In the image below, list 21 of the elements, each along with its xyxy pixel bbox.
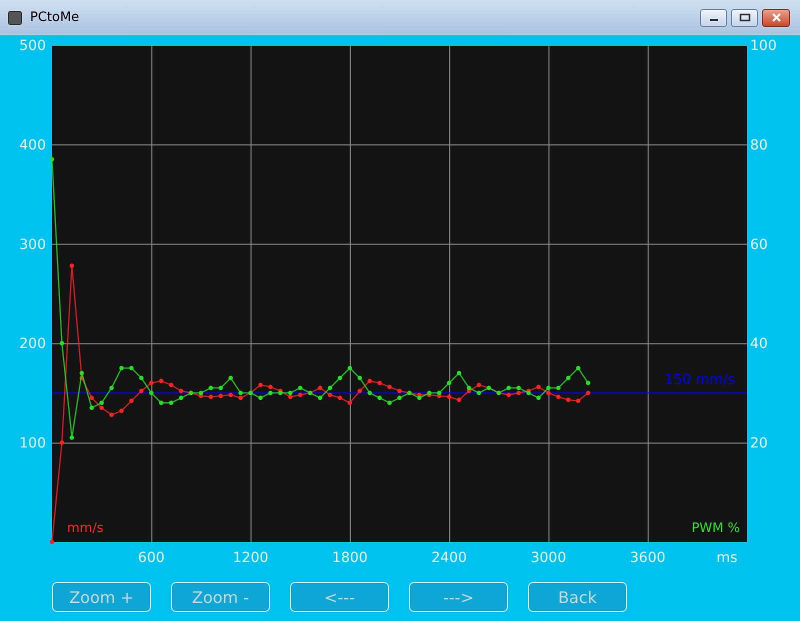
axis-tick-label: 600 — [138, 550, 165, 566]
axis-title: ms — [716, 550, 738, 566]
axis-tick-label: 400 — [19, 137, 46, 154]
axis-tick-label: 1200 — [232, 550, 268, 566]
axis-tick-label: 500 — [19, 38, 46, 54]
axis-tick-label: 20 — [750, 436, 768, 452]
axis-tick-label: 1800 — [332, 550, 368, 566]
window-title: PCtoMe — [30, 10, 80, 25]
legend-label: mm/s — [67, 521, 104, 536]
axis-tick-label: 3000 — [530, 550, 566, 566]
axis-tick-label: 100 — [19, 436, 46, 452]
axis-tick-label: 200 — [19, 336, 46, 352]
axis-tick-label: 80 — [750, 137, 768, 154]
reference-label: 150 mm/s — [664, 372, 735, 388]
axis-tick-label: 60 — [750, 236, 768, 253]
axis-tick-label: 100 — [750, 38, 777, 54]
axis-tick-label: 3600 — [630, 550, 666, 566]
legend-label: PWM % — [692, 521, 740, 536]
axis-tick-label: 40 — [750, 336, 768, 352]
axis-tick-label: 300 — [19, 236, 46, 253]
axis-tick-label: 2400 — [431, 550, 467, 566]
